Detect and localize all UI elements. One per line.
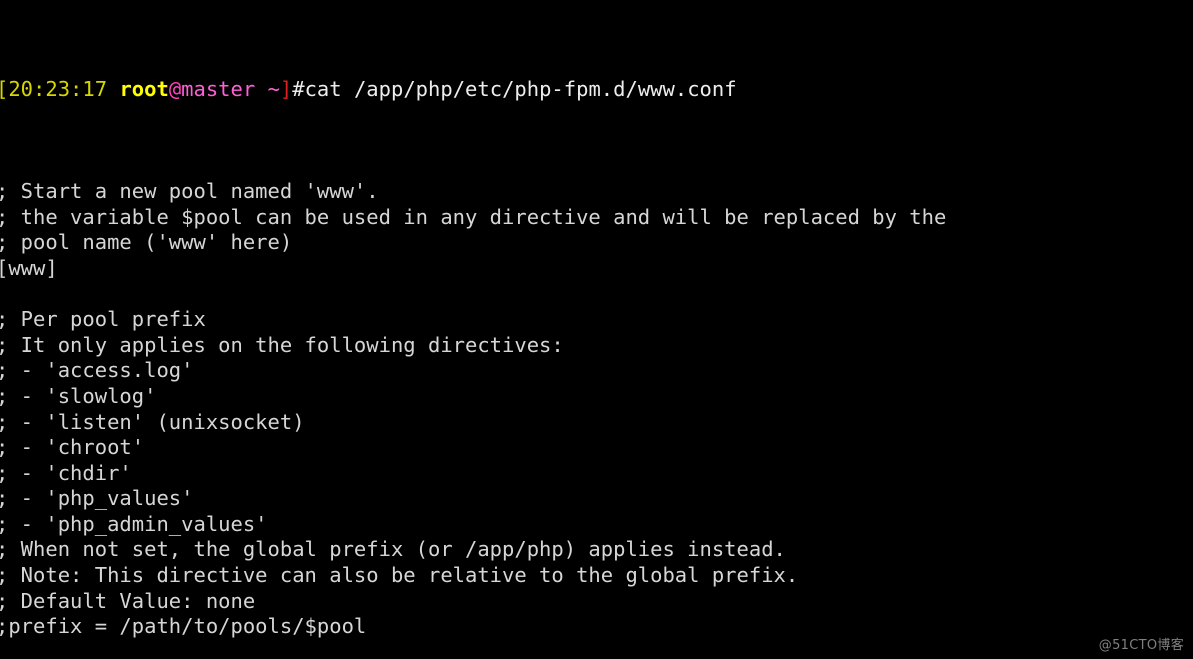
terminal-output-line: ; Per pool prefix — [0, 307, 206, 332]
terminal-output-line: ; the variable $pool can be used in any … — [0, 204, 947, 229]
terminal-output-line: ; - 'chdir' — [0, 460, 132, 485]
terminal-output-line: ; Default Value: none — [0, 588, 256, 613]
terminal-output-line: ; Start a new pool named 'www'. — [0, 179, 379, 204]
terminal-output-line: ; - 'listen' (unixsocket) — [0, 409, 305, 434]
terminal-output-line: ; - 'php_values' — [0, 486, 194, 511]
prompt-at-symbol: @ — [168, 76, 182, 101]
prompt-space-after-time — [107, 77, 119, 101]
terminal-output: ; Start a new pool named 'www'.; the var… — [0, 179, 1193, 659]
prompt-space-before-tilde — [255, 77, 267, 101]
prompt-hostname: master — [181, 76, 256, 101]
watermark-label: @51CTO博客 — [1098, 638, 1184, 653]
terminal-output-line: ; It only applies on the following direc… — [0, 332, 564, 357]
terminal-output-line: [www] — [0, 255, 58, 280]
terminal-screen[interactable]: [20:23:17 root@master ~]#cat /app/php/et… — [0, 0, 1193, 659]
terminal-command-text: #cat /app/php/etc/php-fpm.d/www.conf — [292, 76, 737, 101]
prompt-working-directory: ~ — [267, 76, 280, 101]
prompt-close-bracket: ] — [279, 76, 293, 101]
terminal-window[interactable]: [20:23:17 root@master ~]#cat /app/php/et… — [0, 0, 1193, 659]
terminal-output-line: ; Note: This directive can also be relat… — [0, 563, 799, 588]
prompt-timestamp: 20:23:17 — [8, 76, 108, 101]
terminal-output-line: ;prefix = /path/to/pools/$pool — [0, 614, 367, 639]
terminal-output-line: ; - 'slowlog' — [0, 383, 157, 408]
terminal-output-line: ; - 'php_admin_values' — [0, 511, 268, 536]
prompt-username: root — [119, 76, 169, 101]
terminal-output-line: ; When not set, the global prefix (or /a… — [0, 537, 786, 562]
terminal-output-line: ; - 'chroot' — [0, 435, 145, 460]
terminal-output-line: ; - 'access.log' — [0, 358, 194, 383]
terminal-prompt-line: [20:23:17 root@master ~]#cat /app/php/et… — [0, 77, 1193, 103]
terminal-output-line: ; pool name ('www' here) — [0, 230, 293, 255]
